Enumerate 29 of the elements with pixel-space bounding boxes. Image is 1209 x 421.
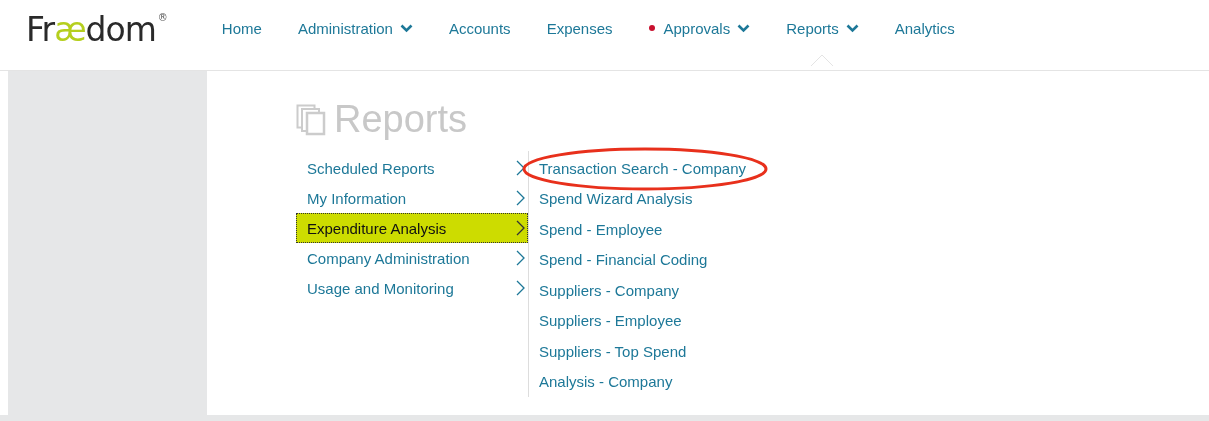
report-link[interactable]: Analysis - Company [539,373,673,391]
chevron-down-icon [737,23,751,33]
chevron-right-icon [516,280,525,296]
report-link[interactable]: Suppliers - Top Spend [539,342,687,360]
category-item[interactable]: My Information [296,183,528,213]
documents-icon [296,103,326,136]
category-item[interactable]: Company Administration [296,243,528,273]
chevron-right-icon [516,190,525,206]
category-item[interactable]: Scheduled Reports [296,153,528,183]
nav-link[interactable]: Home [221,19,262,37]
logo: Frædom® [26,9,168,49]
nav-link[interactable]: Approvals [663,19,751,37]
report-link[interactable]: Suppliers - Company [539,281,680,299]
report-link[interactable]: Spend Wizard Analysis [539,190,693,208]
nav-link[interactable]: Administration [297,19,413,37]
chevron-down-icon [845,23,859,33]
category-item[interactable]: Expenditure Analysis [296,213,528,243]
chevron-right-icon [516,220,525,236]
nav-link[interactable]: Accounts [448,19,511,37]
chevron-right-icon [516,250,525,266]
chevron-right-icon [516,160,525,176]
report-link[interactable]: Spend - Employee [539,220,663,238]
report-link[interactable]: Suppliers - Employee [539,312,682,330]
category-item[interactable]: Usage and Monitoring [296,273,528,303]
nav-link[interactable]: Expenses [546,19,613,37]
report-link[interactable]: Spend - Financial Coding [539,251,708,269]
nav-link[interactable]: Analytics [894,19,955,37]
chevron-down-icon [399,23,413,33]
nav-link[interactable]: Reports [786,19,859,37]
